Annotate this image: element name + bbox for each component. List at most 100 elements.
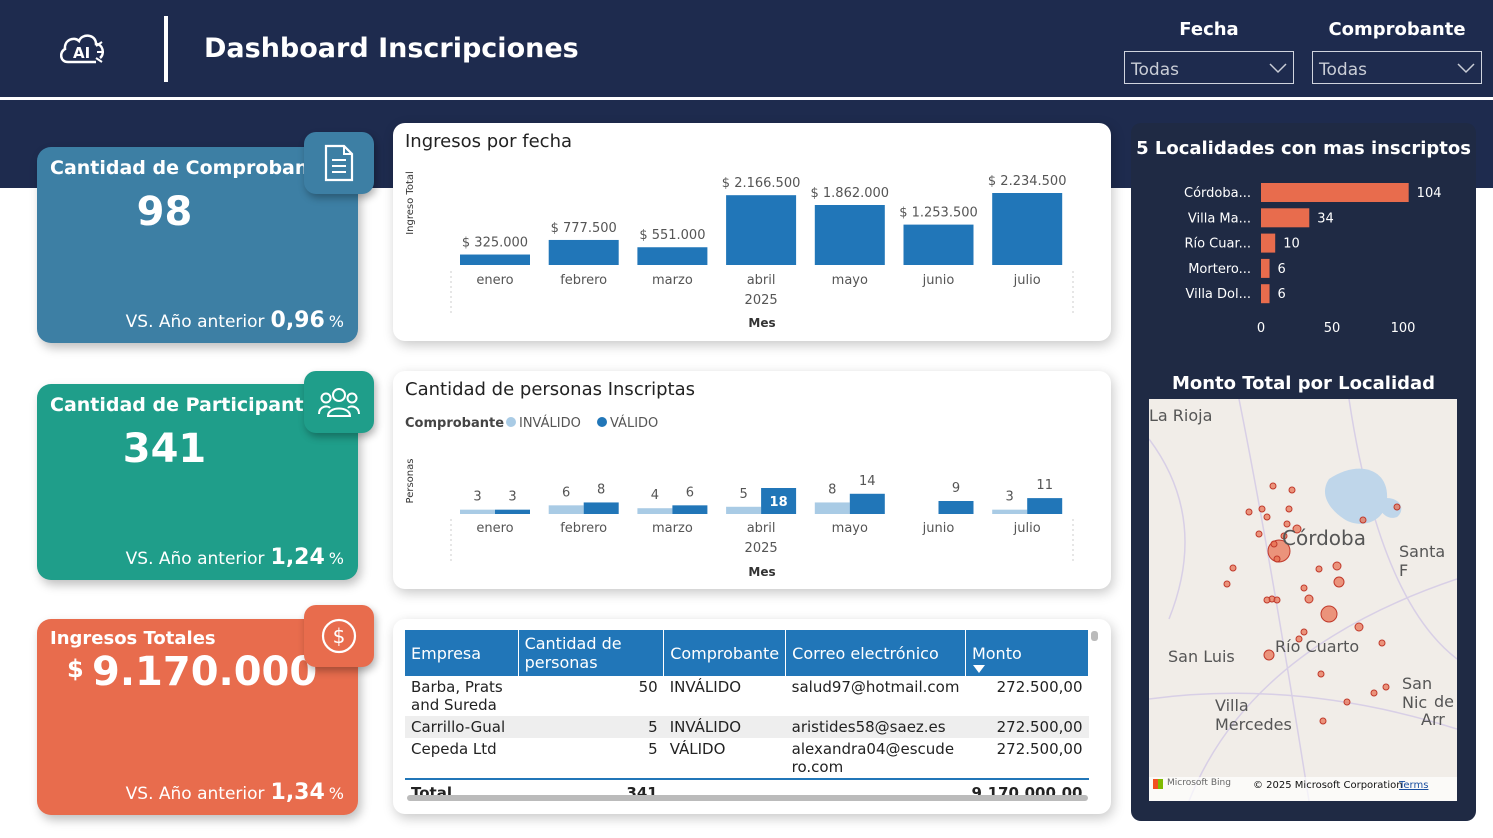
terms-link[interactable]: Terms <box>1399 780 1428 791</box>
col-comprobante[interactable]: Comprobante <box>663 630 787 676</box>
map-bubble <box>1354 622 1364 632</box>
data-label: 6 <box>1278 287 1286 302</box>
map-bubble <box>1300 628 1308 636</box>
kpi-value: 341 <box>122 426 207 472</box>
map-canvas <box>1149 399 1457 801</box>
bar <box>849 493 885 514</box>
map-bubble <box>1229 564 1237 572</box>
top-localidades-chart: Córdoba... 104 Villa Ma... 34 Río Cuar... 10 M… <box>1184 183 1442 336</box>
map-bubble <box>1263 596 1271 604</box>
fecha-filter-select[interactable]: Todas <box>1124 51 1294 84</box>
y-tick-label: Río Cuar... <box>1184 237 1251 252</box>
bar <box>1261 233 1276 253</box>
chevron-down-icon <box>1457 63 1475 74</box>
map-bubble <box>1343 698 1351 706</box>
data-label: 11 <box>1036 478 1053 493</box>
map-bubble <box>1263 649 1275 661</box>
data-label: 3 <box>1006 490 1014 505</box>
map-bubble <box>1273 596 1281 604</box>
x-tick-label: 0 <box>1257 321 1265 336</box>
legend-entry: INVÁLIDO <box>519 415 581 431</box>
map-bubble <box>1319 717 1327 725</box>
map-bubble <box>1393 503 1401 511</box>
data-label: 4 <box>651 488 659 503</box>
cell-comprobante: VÁLIDO <box>669 740 726 758</box>
bar <box>672 505 708 514</box>
bar <box>460 254 530 265</box>
table-row[interactable]: Barba, Prats and Sureda 50 INVÁLIDO salu… <box>405 676 1089 716</box>
x-tick-label: febrero <box>560 521 607 536</box>
col-cantidad[interactable]: Cantidad de personas <box>518 630 665 676</box>
data-label: 14 <box>859 474 876 489</box>
x-tick-label: abril <box>747 273 776 288</box>
col-monto[interactable]: Monto <box>965 630 1090 676</box>
bar <box>903 224 974 265</box>
data-label: 3 <box>473 490 481 505</box>
data-label: 3 <box>508 490 516 505</box>
table-row[interactable]: Cepeda Ltd 5 VÁLIDO alexandra04@escudero… <box>405 738 1089 779</box>
map-bubble <box>1370 689 1378 697</box>
cell-cantidad: 50 <box>638 678 658 696</box>
y-tick-label: Villa Ma... <box>1188 211 1251 226</box>
x-tick-label: febrero <box>560 273 607 288</box>
map-bubble <box>1382 683 1390 691</box>
map-bubble <box>1273 555 1281 563</box>
data-label: $ 2.166.500 <box>722 176 801 191</box>
map-bubble <box>1315 565 1323 573</box>
map-bubble <box>1333 576 1345 588</box>
y-tick-label: Mortero... <box>1188 262 1251 277</box>
bar <box>726 195 797 265</box>
kpi-value: 98 <box>136 189 193 235</box>
table-vertical-scrollbar[interactable] <box>1091 631 1098 641</box>
bar <box>1261 258 1270 278</box>
personas-chart: Comprobante INVÁLIDO VÁLIDO Personas 3 3 enero… <box>405 415 1074 579</box>
table-horizontal-scrollbar[interactable] <box>407 795 1088 801</box>
kpi-title: Cantidad de Comprobantes <box>50 157 342 179</box>
bar <box>814 205 885 265</box>
bar <box>938 501 974 514</box>
data-label: 6 <box>686 485 694 500</box>
map-label: Río Cuarto <box>1275 637 1360 656</box>
legend-swatch <box>597 417 607 427</box>
map-label: San Luis <box>1168 647 1235 666</box>
fecha-filter-value: Todas <box>1131 60 1179 80</box>
comprobante-filter-value: Todas <box>1319 60 1367 80</box>
x-tick-label: marzo <box>652 521 693 536</box>
data-label: $ 325.000 <box>462 236 528 251</box>
header-bar: AI Dashboard Inscripciones Fecha Todas C… <box>0 0 1493 97</box>
cell-monto: 272.500,00 <box>965 716 1089 738</box>
x-tick-label: julio <box>1013 273 1041 288</box>
data-label: $ 777.500 <box>551 221 617 236</box>
x-tick-label: abril <box>747 521 776 536</box>
x-tick-label: junio <box>922 521 955 536</box>
comprobante-filter-label: Comprobante <box>1328 19 1466 40</box>
bar <box>726 506 762 514</box>
ingresos-por-fecha-card: Ingresos por fecha Ingreso Total $ 325.00… <box>393 123 1111 341</box>
map-bubble <box>1317 670 1325 678</box>
cell-correo: alexandra04@escudero.com <box>791 740 955 776</box>
ingresos-chart: Ingreso Total $ 325.000 enero $ 777.500 febr… <box>405 171 1074 330</box>
map-title: Monto Total por Localidad <box>1171 373 1436 394</box>
col-empresa[interactable]: Empresa <box>405 630 519 676</box>
y-tick-label: Villa Dol... <box>1185 287 1251 302</box>
map-bubble <box>1304 594 1314 604</box>
legend-swatch <box>506 417 516 427</box>
cell-cantidad: 5 <box>518 716 664 738</box>
map-bubble <box>1270 540 1278 548</box>
bar <box>495 509 530 514</box>
bar <box>637 247 708 265</box>
map-bubble <box>1258 505 1266 513</box>
col-correo[interactable]: Correo electrónico <box>785 630 966 676</box>
localidad-map[interactable]: La Rioja Córdoba Santa F Río Cuarto San … <box>1149 399 1457 801</box>
year-label: 2025 <box>745 541 778 556</box>
x-tick-label: junio <box>922 273 955 288</box>
bing-attribution: Microsoft Bing <box>1167 778 1231 788</box>
page-title: Dashboard Inscripciones <box>204 33 579 64</box>
comprobante-filter-select[interactable]: Todas <box>1312 51 1482 84</box>
cell-comprobante: INVÁLIDO <box>669 678 742 696</box>
kpi-title: Cantidad de Participantes <box>50 394 328 416</box>
table-row[interactable]: Carrillo-Gual 5 INVÁLIDO aristides58@sae… <box>405 716 1089 738</box>
fecha-filter-label: Fecha <box>1179 19 1239 40</box>
cell-empresa: Cepeda Ltd <box>411 740 497 758</box>
data-label: 104 <box>1417 186 1442 201</box>
